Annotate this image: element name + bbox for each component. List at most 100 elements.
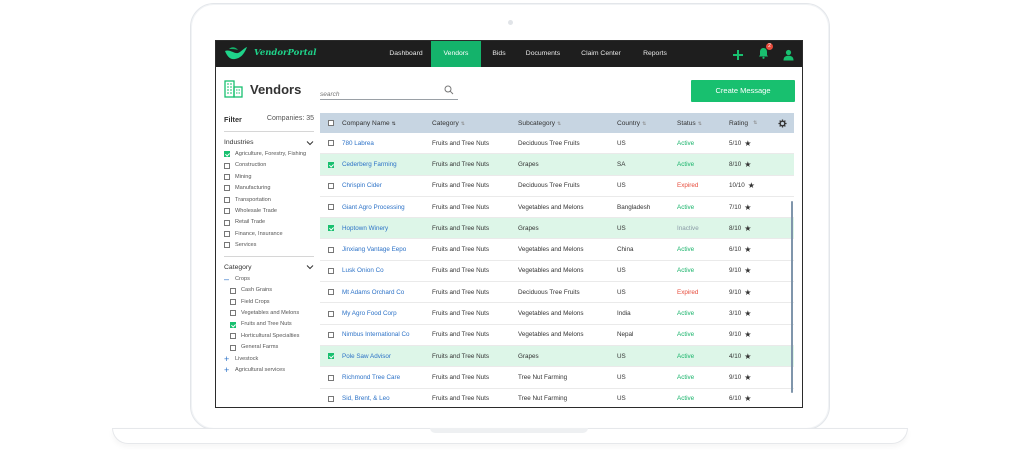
company-name-link[interactable]: Cederberg Farming [342, 161, 432, 168]
row-checkbox[interactable] [328, 204, 334, 211]
company-name-link[interactable]: Giant Agro Processing [342, 204, 432, 211]
filter-option[interactable]: Finance, Insurance [224, 231, 314, 238]
minus-icon[interactable]: – [224, 274, 230, 283]
row-checkbox[interactable] [328, 268, 334, 275]
sort-icon[interactable]: ⇅ [461, 121, 465, 127]
filter-option[interactable]: Construction [224, 162, 314, 169]
nav-bids[interactable]: Bids [486, 41, 512, 67]
user-icon[interactable] [783, 49, 794, 61]
filter-checkbox[interactable] [224, 231, 230, 238]
sort-icon[interactable]: ⇅ [642, 121, 646, 127]
company-name-link[interactable]: 780 Labrea [342, 140, 432, 147]
col-category[interactable]: Category ⇅ [432, 120, 518, 127]
plus-icon[interactable]: + [224, 366, 230, 375]
filter-checkbox[interactable] [224, 219, 230, 226]
search-icon[interactable] [444, 85, 454, 95]
nav-claim-center[interactable]: Claim Center [576, 41, 626, 67]
row-checkbox[interactable] [328, 225, 334, 232]
table-row[interactable]: My Agro Food Corp Fruits and Tree Nuts Veg… [320, 303, 794, 325]
company-name-link[interactable]: Nimbus International Co [342, 331, 432, 338]
filter-option[interactable]: Vegetables and Melons [230, 310, 314, 317]
sort-icon[interactable]: ⇅ [557, 121, 561, 127]
plus-icon[interactable] [732, 49, 744, 61]
plus-icon[interactable]: + [224, 354, 230, 363]
table-row[interactable]: Pole Saw Advisor Fruits and Tree Nuts Grap… [320, 345, 794, 368]
company-name-link[interactable]: My Agro Food Corp [342, 310, 432, 317]
filter-option[interactable]: Manufacturing [224, 185, 314, 192]
filter-option[interactable]: Mining [224, 174, 314, 181]
filter-option[interactable]: Field Crops [230, 299, 314, 306]
col-country[interactable]: Country ⇅ [617, 120, 677, 127]
chevron-down-icon[interactable] [306, 264, 314, 270]
row-checkbox[interactable] [328, 395, 334, 402]
col-status[interactable]: Status ⇅ [677, 120, 729, 127]
filter-checkbox[interactable] [230, 310, 236, 317]
filter-checkbox[interactable] [224, 174, 230, 181]
filter-checkbox[interactable] [230, 299, 236, 305]
col-subcategory[interactable]: Subcategory ⇅ [518, 120, 617, 127]
table-row[interactable]: Nimbus International Co Fruits and Tree N… [320, 325, 794, 346]
row-checkbox[interactable] [328, 353, 334, 360]
company-name-link[interactable]: Hoptown Winery [342, 225, 432, 232]
table-row[interactable]: Chrispin Cider Fruits and Tree Nuts Decidu… [320, 176, 794, 197]
filter-option[interactable]: Agriculture, Forestry, Fishing [224, 151, 314, 158]
filter-checkbox[interactable] [224, 208, 230, 215]
create-message-button[interactable]: Create Message [691, 80, 795, 102]
company-name-link[interactable]: Pole Saw Advisor [342, 353, 432, 360]
row-checkbox[interactable] [328, 161, 334, 168]
search-input[interactable] [320, 89, 440, 100]
nav-dashboard[interactable]: Dashboard [384, 41, 428, 67]
row-checkbox[interactable] [328, 374, 334, 381]
category-header[interactable]: Category [224, 264, 314, 271]
filter-checkbox[interactable] [230, 321, 236, 328]
table-row[interactable]: Lusk Onion Co Fruits and Tree Nuts Vegetab… [320, 261, 794, 283]
row-checkbox[interactable] [328, 140, 334, 147]
app-logo[interactable]: VendorPortal [224, 45, 316, 61]
filter-checkbox[interactable] [230, 287, 236, 294]
nav-vendors[interactable]: Vendors [431, 41, 481, 67]
row-checkbox[interactable] [328, 331, 334, 338]
company-name-link[interactable]: Chrispin Cider [342, 182, 432, 189]
filter-checkbox[interactable] [224, 242, 230, 249]
filter-option[interactable]: Retail Trade [224, 219, 314, 226]
sort-icon[interactable]: ⇅ [698, 121, 702, 127]
nav-documents[interactable]: Documents [520, 41, 566, 67]
table-row[interactable]: Giant Agro Processing Fruits and Tree Nut… [320, 197, 794, 219]
company-name-link[interactable]: Richmond Tree Care [342, 374, 432, 381]
crops-group-toggle[interactable]: – Crops [224, 274, 314, 283]
table-scrollbar[interactable] [791, 201, 793, 393]
filter-checkbox[interactable] [224, 185, 230, 192]
table-row[interactable]: Mt Adams Orchard Co Fruits and Tree Nuts D… [320, 282, 794, 304]
filter-option[interactable]: Wholesale Trade [224, 208, 314, 215]
filter-checkbox[interactable] [230, 333, 236, 340]
select-all-checkbox[interactable] [328, 120, 334, 127]
table-row[interactable]: Cederberg Farming Fruits and Tree Nuts Gra… [320, 154, 794, 176]
filter-option[interactable]: Fruits and Tree Nuts [230, 321, 314, 328]
filter-checkbox[interactable] [224, 196, 230, 203]
sort-icon[interactable]: ⇅ [392, 121, 396, 127]
filter-checkbox[interactable] [224, 151, 230, 158]
company-name-link[interactable]: Lusk Onion Co [342, 267, 432, 274]
col-rating[interactable]: Rating ⇅ [729, 120, 771, 127]
row-checkbox[interactable] [328, 182, 334, 189]
table-row[interactable]: 780 Labrea Fruits and Tree Nuts Deciduous … [320, 133, 794, 155]
row-checkbox[interactable] [328, 310, 334, 317]
filter-checkbox[interactable] [224, 162, 230, 169]
industries-header[interactable]: Industries [224, 139, 314, 146]
filter-option[interactable]: Services [224, 242, 314, 249]
filter-checkbox[interactable] [230, 344, 236, 351]
col-company-name[interactable]: Company Name ⇅ [342, 120, 432, 127]
row-checkbox[interactable] [328, 246, 334, 253]
chevron-down-icon[interactable] [306, 140, 314, 146]
company-name-link[interactable]: Jinxiang Vantage Eepo [342, 246, 432, 253]
company-name-link[interactable]: Sid, Brent, & Leo [342, 395, 432, 402]
table-row[interactable]: Sid, Brent, & Leo Fruits and Tree Nuts Tre… [320, 389, 794, 407]
filter-option[interactable]: Transportation [224, 197, 314, 204]
notifications[interactable]: 2 [758, 43, 773, 64]
gear-icon[interactable] [778, 118, 787, 128]
filter-option[interactable]: General Farms [230, 344, 314, 351]
filter-option[interactable]: Cash Grains [230, 287, 314, 294]
table-row[interactable]: Richmond Tree Care Fruits and Tree Nuts Tr… [320, 367, 794, 389]
company-name-link[interactable]: Mt Adams Orchard Co [342, 289, 432, 296]
table-row[interactable]: Jinxiang Vantage Eepo Fruits and Tree Nut… [320, 239, 794, 261]
